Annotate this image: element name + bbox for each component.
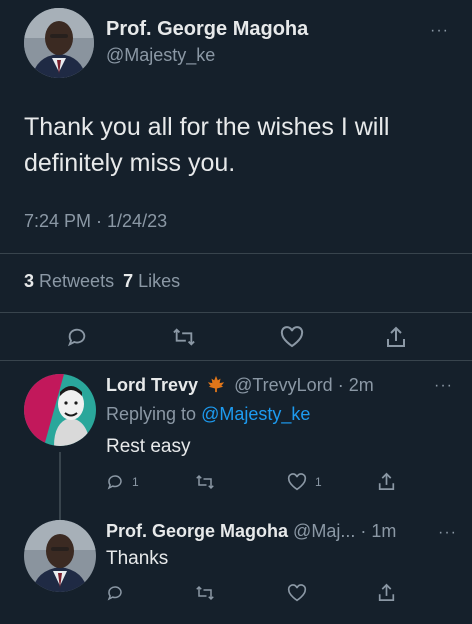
reply-handle[interactable]: @TrevyLord [234,375,333,395]
reply-text: Rest easy [106,436,191,457]
tweet-text-line-2: definitely miss you. [24,149,236,177]
avatar-george-magoha[interactable] [24,520,96,592]
like-icon[interactable] [280,326,304,348]
retweet-icon[interactable] [195,584,215,602]
reply-icon[interactable] [106,584,124,602]
like-label[interactable]: Likes [138,271,180,291]
author-handle[interactable]: @Majesty_ke [106,45,215,66]
share-icon[interactable] [378,583,395,602]
retweet-label[interactable]: Retweets [39,271,114,291]
retweet-icon[interactable] [195,473,215,491]
avatar-lord-trevy[interactable] [24,374,96,446]
reply-time[interactable]: · 1m [360,521,396,541]
retweet-count[interactable]: 3 [24,271,34,291]
like-count[interactable]: 7 [123,271,133,291]
maple-leaf-icon [207,375,225,398]
like-count: 1 [315,475,322,489]
replying-to-handle[interactable]: @Majesty_ke [201,404,310,424]
reply-author-name[interactable]: Lord Trevy [106,375,198,395]
reply-handle[interactable]: @Maj... [293,521,355,541]
reply-header: Prof. George Magoha @Maj... · 1m [106,521,396,542]
tweet-timestamp[interactable]: 7:24 PM · 1/24/23 [24,211,167,232]
avatar-george-magoha[interactable] [24,8,94,78]
reply-icon[interactable]: 1 [106,473,139,491]
reply-count: 1 [132,475,139,489]
engagement-stats: 3 Retweets 7 Likes [24,271,180,292]
reply-text: Thanks [106,548,169,569]
author-name[interactable]: Prof. George Magoha [106,18,308,41]
replying-to: Replying to @Majesty_ke [106,404,310,425]
more-icon[interactable]: ··· [430,23,449,39]
more-icon[interactable]: ··· [434,378,453,394]
retweet-icon[interactable] [172,326,196,348]
share-icon[interactable] [386,326,406,348]
reply-time[interactable]: · 2m [338,375,374,395]
divider [0,253,472,254]
divider [0,360,472,361]
reply-header: Lord Trevy @TrevyLord · 2m [106,375,374,398]
like-icon[interactable] [287,584,307,602]
divider [0,312,472,313]
reply-icon[interactable] [66,326,88,348]
replying-to-prefix: Replying to [106,404,197,424]
reply-author-name[interactable]: Prof. George Magoha [106,521,288,541]
like-icon[interactable]: 1 [287,473,322,491]
thread-line [59,452,61,520]
more-icon[interactable]: ··· [438,525,457,541]
share-icon[interactable] [378,472,395,491]
tweet-text-line-1: Thank you all for the wishes I will [24,113,390,141]
